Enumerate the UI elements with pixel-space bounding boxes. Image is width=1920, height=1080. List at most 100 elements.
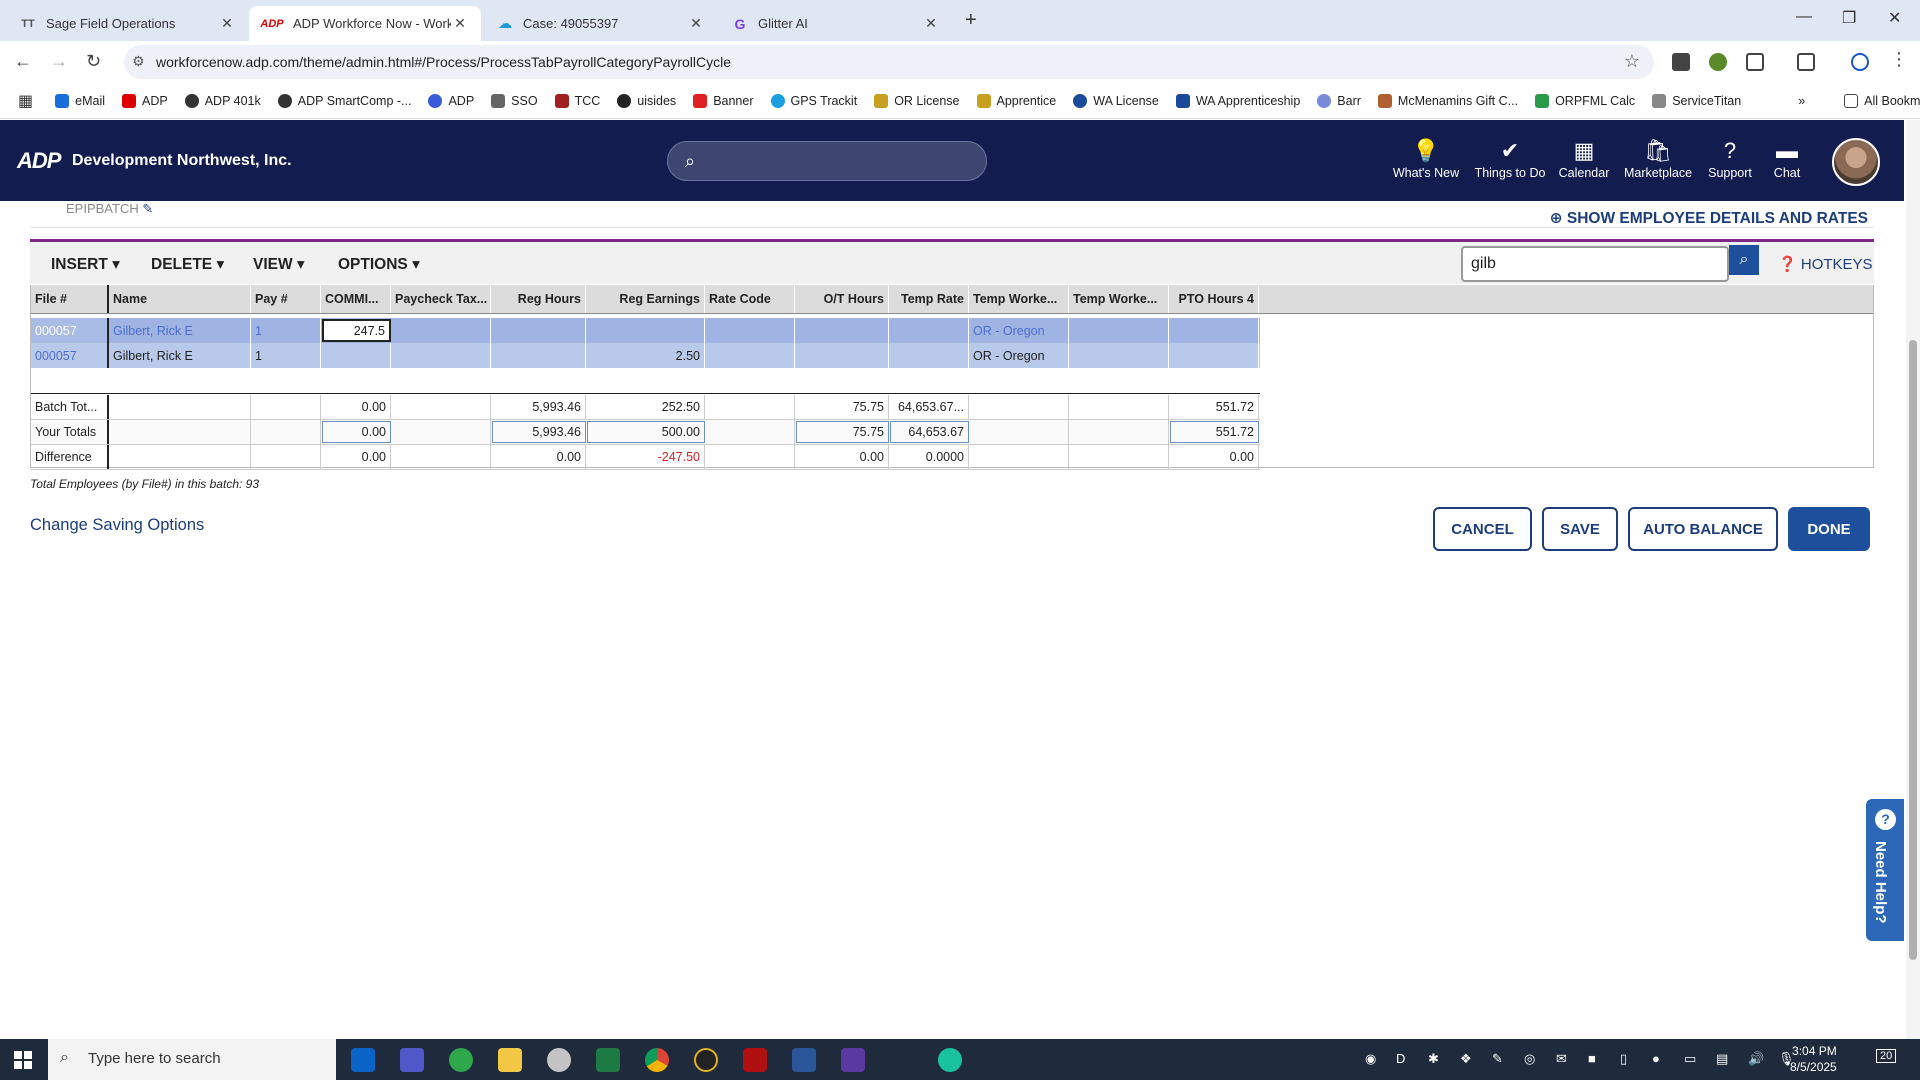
browser-tab-sage[interactable]: TT Sage Field Operations ✕ xyxy=(8,6,248,41)
commission-cell[interactable] xyxy=(321,343,391,368)
bookmark-item[interactable]: Apprentice xyxy=(976,93,1056,108)
browser-tab-adp[interactable]: ADP ADP Workforce Now - Worksheet ✕ xyxy=(249,6,481,41)
pto-hours-cell[interactable] xyxy=(1169,343,1259,368)
temp-rate-cell[interactable] xyxy=(889,318,969,343)
file-number-cell[interactable]: 000057 xyxy=(31,318,109,343)
delete-menu[interactable]: DELETE ▾ xyxy=(151,255,224,274)
column-header[interactable]: File # xyxy=(31,285,109,313)
tray-icon[interactable]: ✱ xyxy=(1428,1051,1439,1067)
site-info-icon[interactable]: ⚙ xyxy=(132,53,145,70)
chrome-icon[interactable] xyxy=(645,1048,669,1072)
tray-icon[interactable]: ● xyxy=(1652,1051,1660,1066)
app-icon[interactable] xyxy=(547,1048,571,1072)
tray-icon[interactable]: ◉ xyxy=(1365,1051,1376,1067)
all-bookmarks[interactable]: All Bookmarks xyxy=(1844,93,1920,108)
your-total-pto-hours-input[interactable]: 551.72 xyxy=(1170,421,1259,443)
column-header[interactable]: Name xyxy=(109,285,251,313)
bookmark-item[interactable]: ORPFML Calc xyxy=(1535,93,1635,108)
adp-logo[interactable]: ADP xyxy=(17,148,61,174)
ot-hours-cell[interactable] xyxy=(795,318,889,343)
name-cell[interactable]: Gilbert, Rick E xyxy=(109,343,251,368)
pay-number-cell[interactable]: 1 xyxy=(251,318,321,343)
need-help-tab[interactable]: ? Need Help? xyxy=(1866,799,1904,941)
address-bar[interactable]: ⚙ workforcenow.adp.com/theme/admin.html#… xyxy=(124,45,1654,79)
bookmark-item[interactable]: ADP 401k xyxy=(184,93,261,108)
extension-icon[interactable] xyxy=(1709,53,1727,71)
bookmark-item[interactable]: Barr xyxy=(1317,93,1361,108)
bookmark-item[interactable]: SSO xyxy=(491,93,538,108)
extension-icon[interactable] xyxy=(1672,53,1690,71)
menu-kebab-icon[interactable]: ⋮ xyxy=(1890,49,1908,70)
minimize-icon[interactable]: — xyxy=(1796,8,1812,26)
column-header[interactable]: PTO Hours 4 xyxy=(1169,285,1259,313)
taskbar-search-input[interactable]: ⌕ Type here to search xyxy=(48,1039,336,1080)
pay-number-cell[interactable]: 1 xyxy=(251,343,321,368)
temp-work-state-cell[interactable]: OR - Oregon xyxy=(969,343,1069,368)
outlook-tray-icon[interactable]: ■ xyxy=(1588,1051,1596,1066)
app-icon[interactable] xyxy=(694,1048,718,1072)
commission-cell-editor[interactable]: 247.5 xyxy=(322,319,391,342)
your-total-reg-earnings-input[interactable]: 500.00 xyxy=(587,421,705,443)
column-header[interactable]: Reg Hours xyxy=(491,285,586,313)
forward-icon[interactable]: → xyxy=(50,51,68,72)
reg-hours-cell[interactable] xyxy=(491,343,586,368)
app-icon[interactable] xyxy=(841,1048,865,1072)
window-close-icon[interactable]: ✕ xyxy=(1888,8,1901,28)
dropbox-icon[interactable]: ❖ xyxy=(1460,1051,1472,1067)
network-icon[interactable]: ▤ xyxy=(1716,1051,1728,1067)
show-employee-details-link[interactable]: ⊕ SHOW EMPLOYEE DETAILS AND RATES xyxy=(1550,209,1868,228)
close-icon[interactable]: ✕ xyxy=(218,15,236,32)
your-total-reg-hours-input[interactable]: 5,993.46 xyxy=(492,421,586,443)
file-explorer-icon[interactable] xyxy=(498,1048,522,1072)
hotkeys-link[interactable]: ❓ HOTKEYS xyxy=(1778,255,1873,273)
more-bookmarks-icon[interactable]: » xyxy=(1798,94,1805,108)
column-header[interactable]: Temp Worke... xyxy=(969,285,1069,313)
tray-icon[interactable]: ✎ xyxy=(1492,1051,1503,1067)
restore-icon[interactable]: ❐ xyxy=(1842,8,1856,28)
nav-whats-new[interactable]: 💡 What's New xyxy=(1391,138,1461,180)
bookmark-item[interactable]: ADP SmartComp -... xyxy=(277,93,411,108)
mail-icon[interactable]: ✉ xyxy=(1556,1051,1567,1067)
bookmark-item[interactable]: TCC xyxy=(554,93,600,108)
close-icon[interactable]: ✕ xyxy=(687,15,705,32)
rate-code-cell[interactable] xyxy=(705,343,795,368)
temp-rate-cell[interactable] xyxy=(889,343,969,368)
excel-icon[interactable] xyxy=(596,1048,620,1072)
change-saving-options-link[interactable]: Change Saving Options xyxy=(30,516,204,535)
bookmark-item[interactable]: ServiceTitan xyxy=(1652,93,1741,108)
nav-calendar[interactable]: ▦ Calendar xyxy=(1556,138,1612,180)
table-row[interactable]: 000057 Gilbert, Rick E 1 2.50 OR - Orego… xyxy=(31,343,1260,368)
column-header[interactable]: O/T Hours xyxy=(795,285,889,313)
insert-menu[interactable]: INSERT ▾ xyxy=(51,255,120,274)
rate-code-cell[interactable] xyxy=(705,318,795,343)
paycheck-tax-cell[interactable] xyxy=(391,318,491,343)
view-menu[interactable]: VIEW ▾ xyxy=(253,255,305,274)
column-header[interactable]: Paycheck Tax... xyxy=(391,285,491,313)
extensions-puzzle-icon[interactable] xyxy=(1746,53,1764,71)
profile-icon[interactable] xyxy=(1851,53,1869,71)
bookmark-item[interactable]: WA Apprenticeship xyxy=(1175,93,1300,108)
table-row[interactable]: 000057 Gilbert, Rick E 1 247.5 OR - Oreg… xyxy=(31,318,1260,343)
options-menu[interactable]: OPTIONS ▾ xyxy=(338,255,420,274)
temp-work-cell[interactable] xyxy=(1069,343,1169,368)
page-scrollbar[interactable] xyxy=(1906,120,1920,1039)
reg-earnings-cell[interactable] xyxy=(586,318,705,343)
paycheck-tax-cell[interactable] xyxy=(391,343,491,368)
global-search-input[interactable]: ⌕ xyxy=(667,141,987,181)
nav-chat[interactable]: ▬ Chat xyxy=(1767,138,1807,180)
nav-things-to-do[interactable]: ✔ Things to Do xyxy=(1472,138,1548,180)
bookmark-item[interactable]: eMail xyxy=(55,93,105,108)
tab-search-icon[interactable] xyxy=(1797,53,1815,71)
reg-earnings-cell[interactable]: 2.50 xyxy=(586,343,705,368)
notifications-icon[interactable]: 20 xyxy=(1876,1049,1897,1063)
app-icon[interactable] xyxy=(449,1048,473,1072)
bookmark-star-icon[interactable]: ☆ xyxy=(1624,51,1640,72)
column-header[interactable]: Rate Code xyxy=(705,285,795,313)
teams-icon[interactable] xyxy=(400,1048,424,1072)
column-header[interactable]: COMMI... xyxy=(321,285,391,313)
bookmark-item[interactable]: GPS Trackit xyxy=(770,93,857,108)
bookmark-item[interactable]: ADP xyxy=(122,93,168,108)
auto-balance-button[interactable]: AUTO BALANCE xyxy=(1628,507,1778,551)
apps-grid-icon[interactable]: ▦ xyxy=(18,91,33,111)
windows-start-icon[interactable] xyxy=(14,1051,32,1069)
